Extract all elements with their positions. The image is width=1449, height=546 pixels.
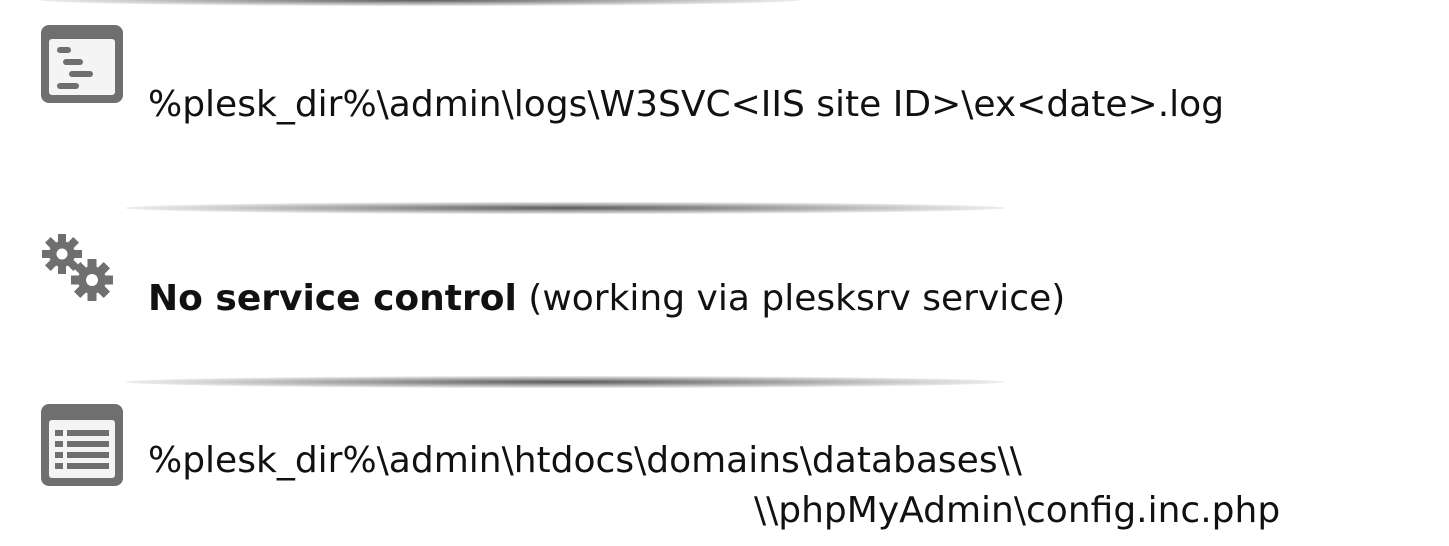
config-file-icon [39, 402, 125, 488]
section-divider [125, 202, 1005, 214]
service-control-text: No service control (working via plesksrv… [148, 276, 1065, 322]
config-path-line-2: \\phpMyAdmin\config.inc.php [754, 490, 1281, 531]
log-file-icon [39, 23, 125, 105]
gears-icon [40, 232, 120, 304]
section-divider [125, 376, 1005, 388]
service-control-note: (working via plesksrv service) [516, 278, 1066, 319]
service-control-bold: No service control [148, 278, 517, 319]
top-divider [40, 0, 800, 6]
log-path-text: %plesk_dir%\admin\logs\W3SVC<IIS site ID… [148, 84, 1225, 125]
config-path-line-1: %plesk_dir%\admin\htdocs\domains\databas… [148, 440, 1022, 481]
